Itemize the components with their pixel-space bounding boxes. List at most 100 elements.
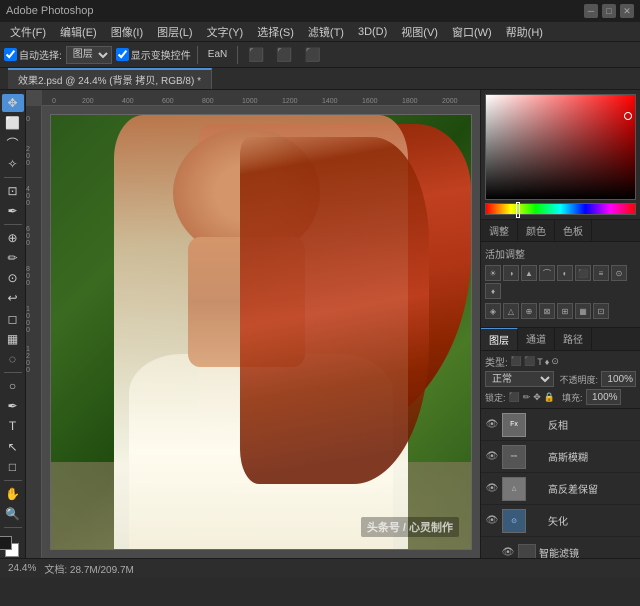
adj-photo-filter[interactable]: ♦ bbox=[485, 283, 501, 299]
menu-view[interactable]: 视图(V) bbox=[395, 23, 444, 41]
menu-select[interactable]: 选择(S) bbox=[251, 23, 300, 41]
layer-eye-smartfilter[interactable]: 👁 bbox=[501, 546, 515, 559]
fill-input[interactable]: 100% bbox=[586, 389, 621, 405]
layer-item-smartfilter[interactable]: 👁 智能滤镜 bbox=[481, 537, 640, 558]
align-left-icon[interactable]: ⬛ bbox=[244, 46, 268, 64]
layer-type-icon-2[interactable]: ⬛ bbox=[524, 356, 535, 367]
menu-bar: 文件(F) 编辑(E) 图像(I) 图层(L) 文字(Y) 选择(S) 滤镜(T… bbox=[0, 22, 640, 42]
layer-item-highpass[interactable]: 👁 △ 高反差保留 bbox=[481, 473, 640, 505]
layer-eye-vectorize[interactable]: 👁 bbox=[485, 514, 499, 528]
adj-hue-sat[interactable]: ≡ bbox=[593, 265, 609, 281]
layers-tab-channels[interactable]: 通道 bbox=[518, 328, 555, 350]
tool-stamp[interactable]: ⊙ bbox=[2, 269, 24, 287]
layer-type-icon-5[interactable]: ⊙ bbox=[551, 356, 559, 367]
ruler-v-ticks: 0 200 400 600 800 1000 1200 bbox=[26, 106, 41, 558]
adj-contrast[interactable]: ◑ bbox=[503, 265, 519, 281]
adj-selective-color[interactable]: ⊡ bbox=[593, 303, 609, 319]
tool-gradient[interactable]: ▦ bbox=[2, 330, 24, 348]
adj-color-lookup[interactable]: △ bbox=[503, 303, 519, 319]
tool-marquee[interactable]: ⬜ bbox=[2, 114, 24, 132]
tool-crop[interactable]: ⊡ bbox=[2, 182, 24, 200]
lock-transparent-icon[interactable]: ⬛ bbox=[509, 392, 520, 403]
tool-eraser[interactable]: ◻ bbox=[2, 310, 24, 328]
adj-color-balance[interactable]: ⊙ bbox=[611, 265, 627, 281]
align-right-icon[interactable]: ⬛ bbox=[301, 46, 325, 64]
show-controls-checkbox[interactable] bbox=[116, 48, 129, 61]
minimize-button[interactable]: ─ bbox=[584, 4, 598, 18]
ruler-horizontal-container: 0 200 400 600 800 1000 1200 1400 1600 18… bbox=[42, 90, 480, 106]
adj-brightness[interactable]: ☀ bbox=[485, 265, 501, 281]
layer-item-gauss[interactable]: 👁 ≈≈ 高斯模糊 bbox=[481, 441, 640, 473]
tool-pen[interactable]: ✒ bbox=[2, 397, 24, 415]
layers-tab-paths[interactable]: 路径 bbox=[555, 328, 592, 350]
adj-threshold[interactable]: ⊞ bbox=[557, 303, 573, 319]
panel-tab-swatch[interactable]: 色板 bbox=[555, 220, 592, 241]
panel-tab-color[interactable]: 颜色 bbox=[518, 220, 555, 241]
layer-eye-gauss[interactable]: 👁 bbox=[485, 450, 499, 464]
layer-type-icon-3[interactable]: T bbox=[537, 357, 543, 367]
tool-text[interactable]: T bbox=[2, 417, 24, 435]
layers-tab-layers[interactable]: 图层 bbox=[481, 328, 518, 350]
layer-type-icon-4[interactable]: ♦ bbox=[545, 357, 550, 367]
menu-file[interactable]: 文件(F) bbox=[4, 23, 52, 41]
tool-magic-wand[interactable]: ✧ bbox=[2, 155, 24, 173]
tool-move[interactable]: ✥ bbox=[2, 94, 24, 112]
tool-blur[interactable]: ◌ bbox=[2, 350, 24, 368]
adj-curves[interactable]: ⌒ bbox=[539, 265, 555, 281]
layer-item-vectorize[interactable]: 👁 ⊙ 矢化 bbox=[481, 505, 640, 537]
canvas-image: 头条号 / 心灵制作 bbox=[50, 114, 472, 550]
layer-eye-highpass[interactable]: 👁 bbox=[485, 482, 499, 496]
tool-shape[interactable]: □ bbox=[2, 458, 24, 476]
tool-zoom[interactable]: 🔍 bbox=[2, 505, 24, 523]
tool-history-brush[interactable]: ↩ bbox=[2, 289, 24, 307]
menu-text[interactable]: 文字(Y) bbox=[201, 23, 250, 41]
menu-filter[interactable]: 滤镜(T) bbox=[302, 23, 350, 41]
tool-dodge[interactable]: ○ bbox=[2, 377, 24, 395]
tool-eyedropper[interactable]: ✒ bbox=[2, 202, 24, 220]
canvas-viewport[interactable]: 头条号 / 心灵制作 bbox=[42, 106, 480, 558]
layer-eye-fanxiang[interactable]: 👁 bbox=[485, 418, 499, 432]
close-button[interactable]: ✕ bbox=[620, 4, 634, 18]
align-center-icon[interactable]: ⬛ bbox=[272, 46, 296, 64]
layer-name-highpass: 高反差保留 bbox=[548, 481, 636, 496]
menu-image[interactable]: 图像(I) bbox=[105, 23, 149, 41]
blend-mode-select[interactable]: 正常 bbox=[485, 371, 554, 387]
color-gradient[interactable] bbox=[485, 94, 636, 200]
lock-all-icon[interactable]: 🔒 bbox=[544, 392, 555, 403]
adj-invert[interactable]: ⊕ bbox=[521, 303, 537, 319]
tool-heal[interactable]: ⊕ bbox=[2, 229, 24, 247]
layer-item-fanxiang[interactable]: 👁 Fx 反相 bbox=[481, 409, 640, 441]
menu-edit[interactable]: 编辑(E) bbox=[54, 23, 103, 41]
maximize-button[interactable]: □ bbox=[602, 4, 616, 18]
color-swatch-container[interactable] bbox=[0, 536, 20, 554]
layer-type-icon-1[interactable]: ⬛ bbox=[511, 356, 522, 367]
adj-gradient-map[interactable]: ▦ bbox=[575, 303, 591, 319]
adj-levels[interactable]: ▲ bbox=[521, 265, 537, 281]
menu-help[interactable]: 帮助(H) bbox=[500, 23, 549, 41]
photo-long-hair bbox=[240, 137, 429, 484]
panel-tab-adjust[interactable]: 调整 bbox=[481, 220, 518, 241]
layer-thumb-vectorize: ⊙ bbox=[502, 509, 526, 533]
hue-slider[interactable] bbox=[485, 203, 636, 215]
opacity-input[interactable]: 100% bbox=[601, 371, 636, 387]
adj-icons-row1: ☀ ◑ ▲ ⌒ ◐ ⬛ ≡ ⊙ ♦ bbox=[485, 265, 636, 299]
tool-lasso[interactable]: ⌒ bbox=[2, 134, 24, 152]
tool-path-select[interactable]: ↖ bbox=[2, 437, 24, 455]
foreground-color[interactable] bbox=[0, 536, 12, 550]
auto-select-type[interactable]: 图层 bbox=[66, 46, 112, 64]
menu-window[interactable]: 窗口(W) bbox=[446, 23, 498, 41]
tool-hand[interactable]: ✋ bbox=[2, 485, 24, 503]
auto-select-checkbox[interactable] bbox=[4, 48, 17, 61]
menu-layer[interactable]: 图层(L) bbox=[151, 23, 198, 41]
lock-position-icon[interactable]: ✥ bbox=[533, 392, 541, 403]
adj-vibrance[interactable]: ⬛ bbox=[575, 265, 591, 281]
lock-paint-icon[interactable]: ✏ bbox=[523, 392, 531, 403]
opacity-label: 不透明度: bbox=[559, 373, 598, 386]
adj-channel-mixer[interactable]: ◈ bbox=[485, 303, 501, 319]
adj-title: 活加调整 bbox=[485, 246, 636, 261]
menu-3d[interactable]: 3D(D) bbox=[352, 25, 393, 39]
adj-exposure[interactable]: ◐ bbox=[557, 265, 573, 281]
file-tab-item[interactable]: 效果2.psd @ 24.4% (背景 拷贝, RGB/8) * bbox=[8, 68, 212, 89]
tool-brush[interactable]: ✏ bbox=[2, 249, 24, 267]
adj-posterize[interactable]: ⊠ bbox=[539, 303, 555, 319]
